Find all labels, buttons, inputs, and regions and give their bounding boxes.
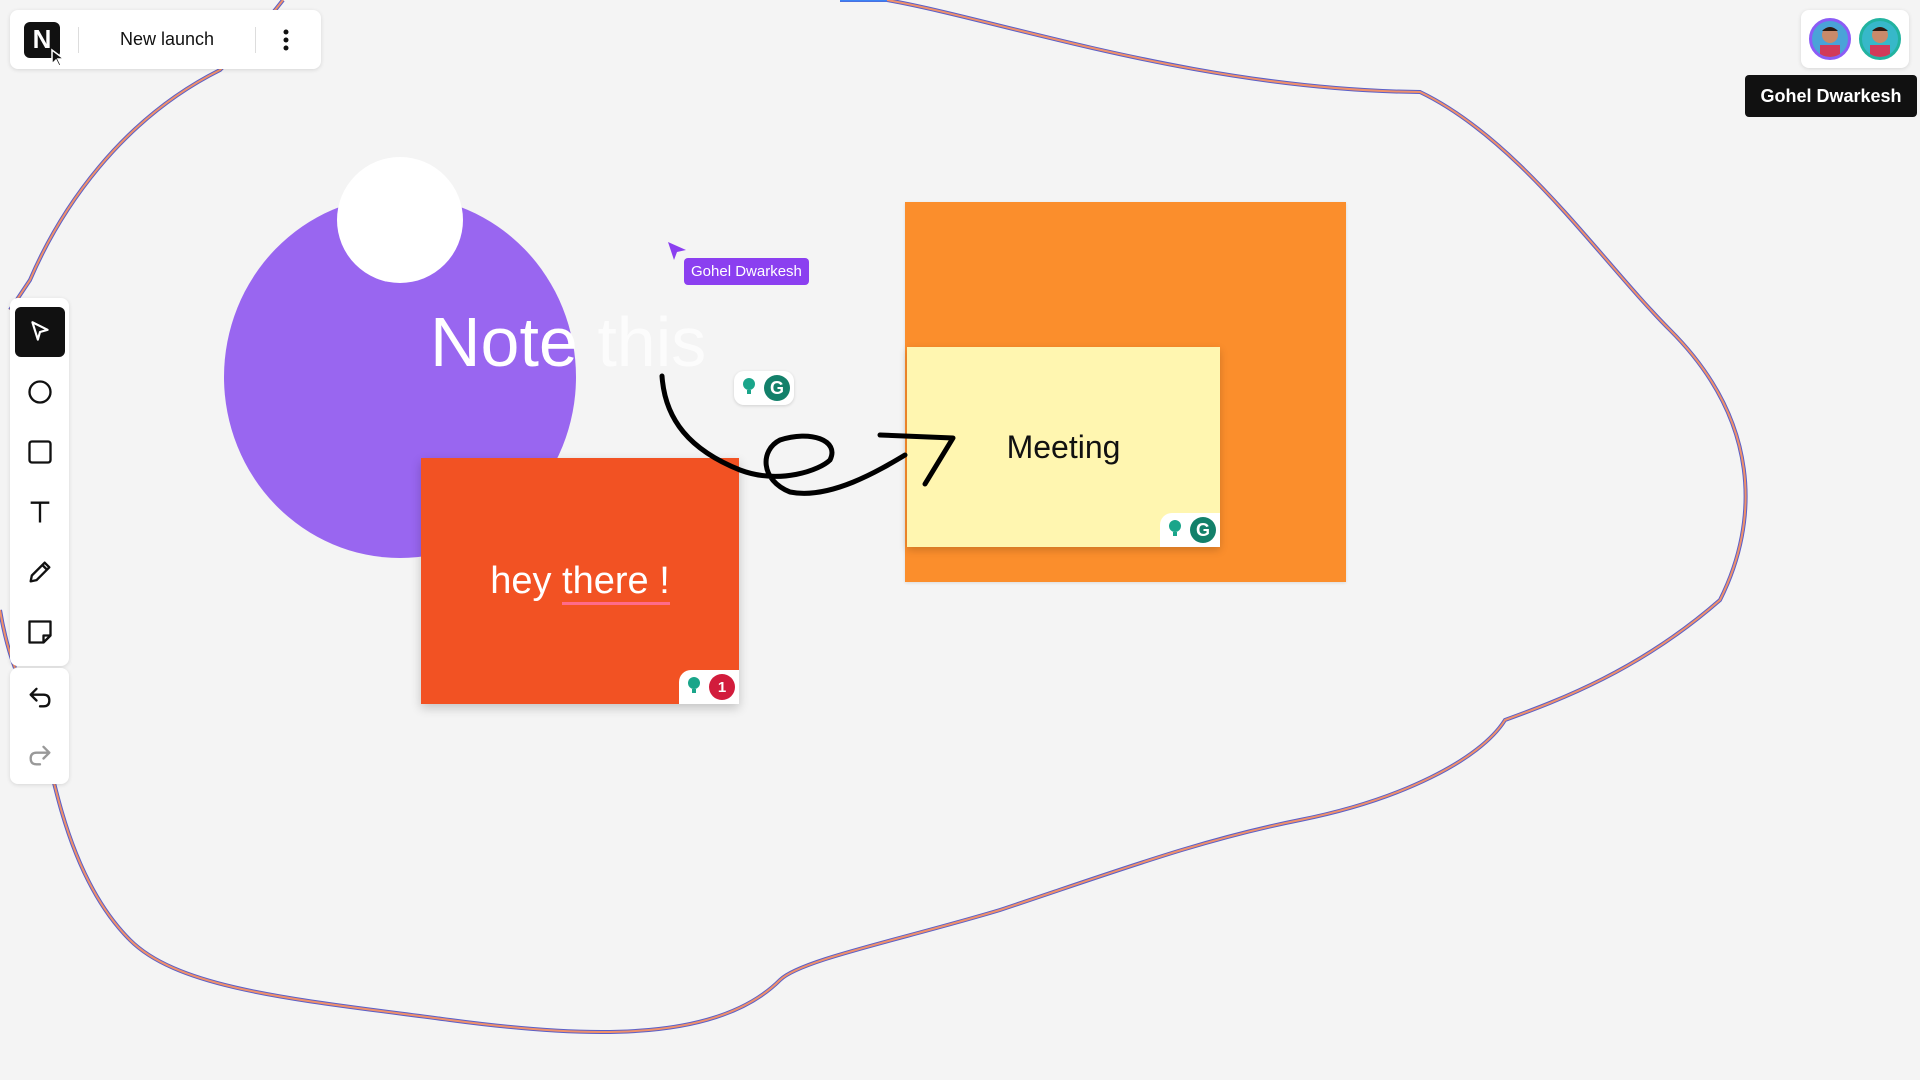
grammarly-icon[interactable]: G bbox=[1190, 517, 1216, 543]
redo-button[interactable] bbox=[15, 731, 65, 779]
red-rectangle-card[interactable]: hey there ! 1 bbox=[421, 458, 739, 704]
rectangle-tool-button[interactable] bbox=[15, 427, 65, 477]
grammarly-icon[interactable]: G bbox=[764, 375, 790, 401]
avatar[interactable] bbox=[1859, 18, 1901, 60]
more-vertical-icon bbox=[283, 29, 289, 50]
lightbulb-icon[interactable] bbox=[683, 674, 705, 701]
circle-text-1: Note bbox=[430, 303, 578, 381]
undo-button[interactable] bbox=[15, 673, 65, 721]
more-options-button[interactable] bbox=[274, 25, 298, 55]
lightbulb-icon[interactable] bbox=[738, 375, 760, 402]
pencil-tool-button[interactable] bbox=[15, 547, 65, 597]
divider bbox=[78, 26, 79, 53]
sticky-note-label: Meeting bbox=[1006, 428, 1121, 465]
collaborator-avatars bbox=[1801, 10, 1909, 68]
logo-letter: N bbox=[32, 24, 52, 54]
sticky-note-icon bbox=[27, 620, 52, 644]
circle-icon bbox=[27, 380, 52, 404]
select-icon bbox=[30, 321, 49, 341]
grammar-badge[interactable]: G bbox=[1160, 513, 1220, 547]
red-card-label: hey there ! bbox=[490, 559, 670, 605]
pointer-icon bbox=[51, 48, 67, 67]
remote-cursor-label: Gohel Dwarkesh bbox=[684, 258, 809, 285]
avatar[interactable] bbox=[1809, 18, 1851, 60]
redo-icon bbox=[29, 745, 50, 766]
circle-text[interactable]: Note this bbox=[430, 302, 706, 382]
undo-icon bbox=[29, 687, 50, 708]
white-circle-shape[interactable] bbox=[337, 157, 463, 283]
grammar-badge[interactable]: 1 bbox=[679, 670, 739, 704]
text-icon bbox=[30, 501, 49, 523]
whiteboard-canvas[interactable]: Note this G Gohel Dwarkesh hey there ! 1… bbox=[0, 0, 1920, 1080]
sticky-note-tool-button[interactable] bbox=[15, 607, 65, 657]
sticky-note[interactable]: Meeting G bbox=[907, 347, 1220, 547]
document-title[interactable]: New launch bbox=[97, 29, 237, 50]
rectangle-icon bbox=[27, 440, 52, 464]
document-header: N New launch bbox=[10, 10, 321, 69]
text-tool-button[interactable] bbox=[15, 487, 65, 537]
red-card-text-1: hey bbox=[490, 559, 552, 602]
divider bbox=[255, 26, 256, 53]
circle-tool-button[interactable] bbox=[15, 367, 65, 417]
select-tool-button[interactable] bbox=[14, 307, 65, 357]
lightbulb-icon[interactable] bbox=[1164, 517, 1186, 544]
circle-text-2: this bbox=[597, 303, 707, 381]
app-logo[interactable]: N bbox=[24, 21, 67, 67]
collaborator-tooltip: Gohel Dwarkesh bbox=[1745, 75, 1917, 117]
grammar-badge[interactable]: G bbox=[734, 371, 794, 405]
history-toolbar bbox=[10, 668, 69, 784]
grammar-issue-count[interactable]: 1 bbox=[709, 674, 735, 700]
red-card-text-2: there ! bbox=[562, 559, 670, 605]
pencil-icon bbox=[29, 561, 50, 583]
drawing-toolbar bbox=[10, 298, 69, 666]
